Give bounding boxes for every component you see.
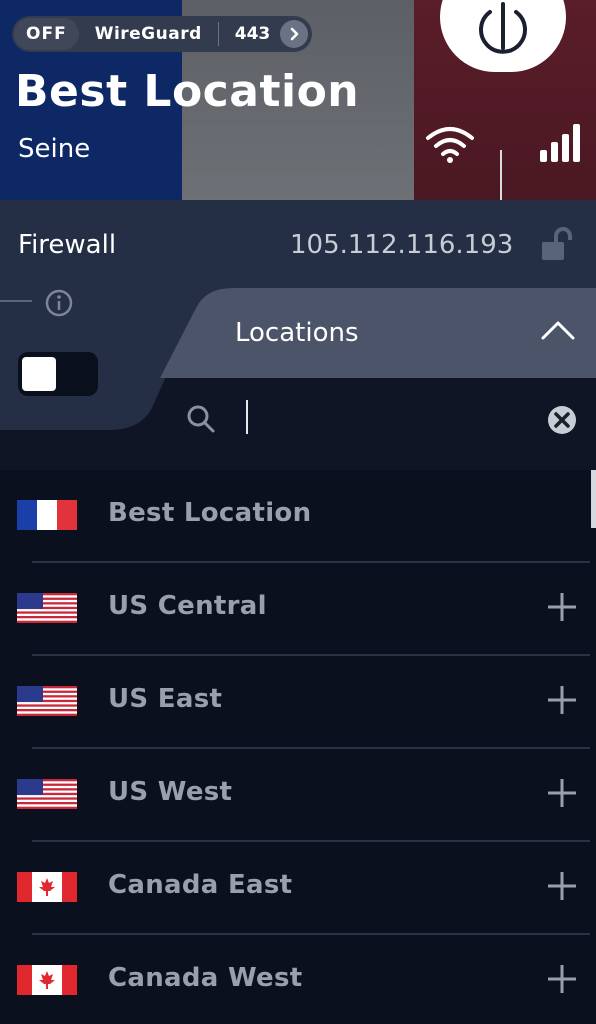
connection-status-pill[interactable]: OFF WireGuard 443 bbox=[12, 16, 313, 52]
us-flag-icon bbox=[17, 779, 77, 809]
lock-open-icon bbox=[542, 227, 572, 260]
pill-divider bbox=[217, 22, 219, 46]
search-icon bbox=[187, 405, 215, 433]
location-name: Canada East bbox=[108, 870, 293, 900]
location-name: US East bbox=[108, 684, 223, 714]
list-item[interactable]: US West bbox=[0, 749, 590, 842]
list-item[interactable]: Canada West bbox=[0, 935, 590, 1024]
list-item[interactable]: US East bbox=[0, 656, 590, 749]
location-name: US West bbox=[108, 777, 233, 807]
info-connector-line bbox=[0, 300, 32, 302]
location-name: Best Location bbox=[108, 498, 312, 528]
scrollbar[interactable] bbox=[591, 470, 596, 1024]
connection-header: OFF WireGuard 443 Best Location Seine bbox=[0, 0, 596, 200]
connection-state-badge: OFF bbox=[14, 18, 79, 50]
list-item[interactable]: US Central bbox=[0, 563, 590, 656]
locations-list: Best Location US Central US East US West bbox=[0, 470, 596, 1024]
scrollbar-thumb[interactable] bbox=[591, 470, 596, 528]
expand-plus-icon[interactable] bbox=[546, 591, 578, 623]
list-item[interactable]: Best Location bbox=[0, 470, 590, 563]
ip-address: 105.112.116.193 bbox=[290, 230, 514, 260]
expand-plus-icon[interactable] bbox=[546, 963, 578, 995]
signal-strength-icon bbox=[540, 124, 580, 162]
expand-plus-icon[interactable] bbox=[546, 870, 578, 902]
info-icon[interactable] bbox=[44, 288, 74, 318]
location-subtitle: Seine bbox=[18, 134, 91, 164]
location-title: Best Location bbox=[15, 66, 360, 117]
locations-title[interactable]: Locations bbox=[235, 318, 359, 348]
clear-search-icon[interactable] bbox=[546, 404, 578, 436]
search-input[interactable] bbox=[246, 400, 536, 434]
us-flag-icon bbox=[17, 593, 77, 623]
france-flag-icon bbox=[17, 500, 77, 530]
expand-plus-icon[interactable] bbox=[546, 684, 578, 716]
location-name: US Central bbox=[108, 591, 267, 621]
expand-plus-icon[interactable] bbox=[546, 777, 578, 809]
chevron-up-icon[interactable] bbox=[540, 318, 576, 342]
chevron-right-icon[interactable] bbox=[280, 20, 309, 48]
list-item[interactable]: Canada East bbox=[0, 842, 590, 935]
canada-flag-icon bbox=[17, 872, 77, 902]
wifi-icon bbox=[426, 127, 474, 163]
protocol-label: WireGuard bbox=[94, 24, 202, 44]
power-icon bbox=[479, 2, 527, 54]
canada-flag-icon bbox=[17, 965, 77, 995]
firewall-label: Firewall bbox=[18, 230, 117, 260]
us-flag-icon bbox=[17, 686, 77, 716]
location-name: Canada West bbox=[108, 963, 303, 993]
header-divider bbox=[500, 150, 502, 200]
port-label: 443 bbox=[234, 24, 271, 44]
